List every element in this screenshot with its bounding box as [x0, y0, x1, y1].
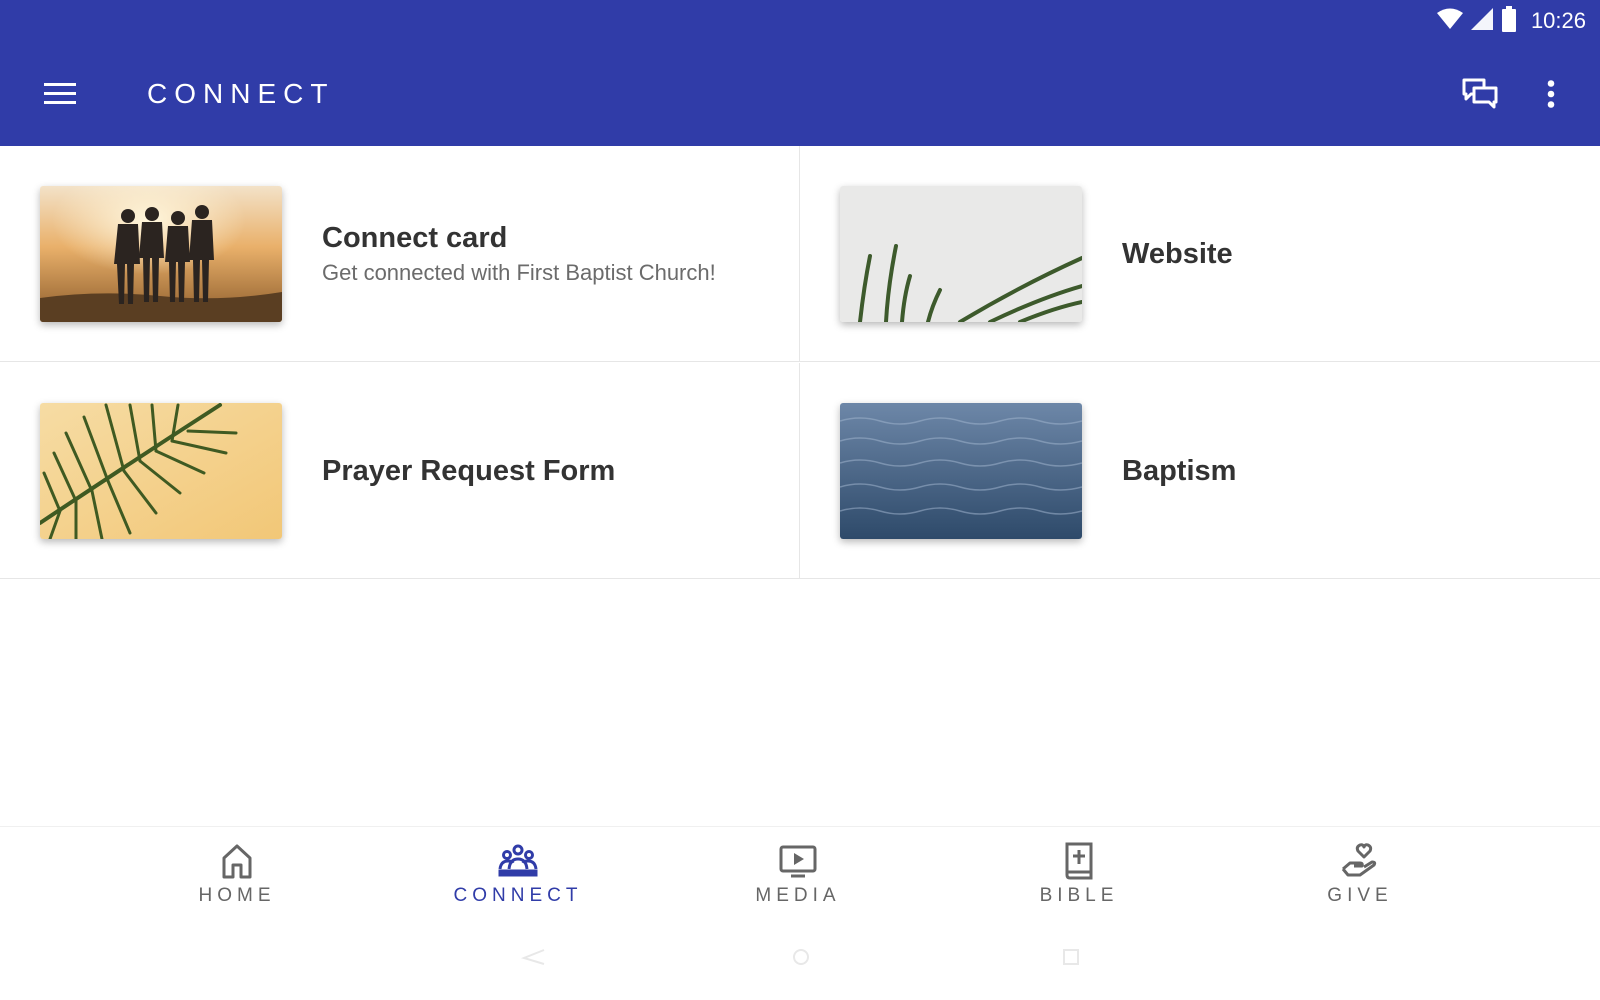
nav-media[interactable]: MEDIA: [698, 827, 898, 927]
nav-label: GIVE: [1327, 885, 1393, 906]
prayer-request-card-item[interactable]: Prayer Request Form: [0, 363, 800, 579]
palm-leaves-on-white-photo: [840, 186, 1082, 322]
nav-bible[interactable]: BIBLE: [979, 827, 1179, 927]
nav-home[interactable]: HOME: [137, 827, 337, 927]
wifi-icon: [1436, 8, 1463, 35]
card-title: Connect card: [322, 222, 508, 254]
bottom-navigation: HOME CONNECT MEDIA BIBLE GIVE: [0, 826, 1600, 927]
card-title: Baptism: [1122, 455, 1237, 487]
home-icon: [217, 841, 257, 881]
nav-label: MEDIA: [755, 885, 841, 906]
more-vert-icon[interactable]: [1536, 74, 1566, 114]
system-back-button[interactable]: [518, 948, 548, 966]
chat-icon[interactable]: [1458, 74, 1502, 114]
connect-card-item[interactable]: Connect card Get connected with First Ba…: [0, 146, 800, 362]
baptism-card-item[interactable]: Baptism: [800, 363, 1600, 579]
nav-label: CONNECT: [453, 885, 583, 906]
card-title: Prayer Request Form: [322, 455, 616, 487]
system-recents-button[interactable]: [1056, 948, 1086, 966]
friends-sunset-photo: [40, 186, 282, 322]
nav-give[interactable]: GIVE: [1260, 827, 1460, 927]
connect-grid: Connect card Get connected with First Ba…: [0, 146, 1600, 580]
nav-label: HOME: [198, 885, 276, 906]
ocean-water-photo: [840, 403, 1082, 539]
palm-leaf-on-yellow-photo: [40, 403, 282, 539]
bible-icon: [1059, 841, 1099, 881]
website-card-item[interactable]: Website: [800, 146, 1600, 362]
nav-connect[interactable]: CONNECT: [418, 827, 618, 927]
system-home-button[interactable]: [786, 948, 816, 966]
give-heart-hand-icon: [1340, 841, 1380, 881]
card-text: Baptism: [1122, 363, 1236, 579]
cellular-signal-icon: [1470, 7, 1493, 35]
page-title: CONNECT: [147, 78, 335, 109]
card-title: Website: [1122, 238, 1233, 270]
nav-label: BIBLE: [1039, 885, 1119, 906]
people-group-icon: [498, 841, 538, 881]
card-text: Prayer Request Form: [322, 363, 615, 579]
battery-icon: [1501, 5, 1517, 37]
app-bar: 10:26 CONNECT: [0, 0, 1600, 146]
status-time: 10:26: [1530, 8, 1586, 33]
card-text: Connect card Get connected with First Ba…: [322, 146, 716, 362]
media-play-icon: [778, 841, 818, 881]
status-bar: 10:26: [1436, 5, 1586, 37]
card-text: Website: [1122, 146, 1233, 362]
card-subtitle: Get connected with First Baptist Church!: [322, 260, 716, 285]
hamburger-menu-icon[interactable]: [40, 75, 80, 111]
